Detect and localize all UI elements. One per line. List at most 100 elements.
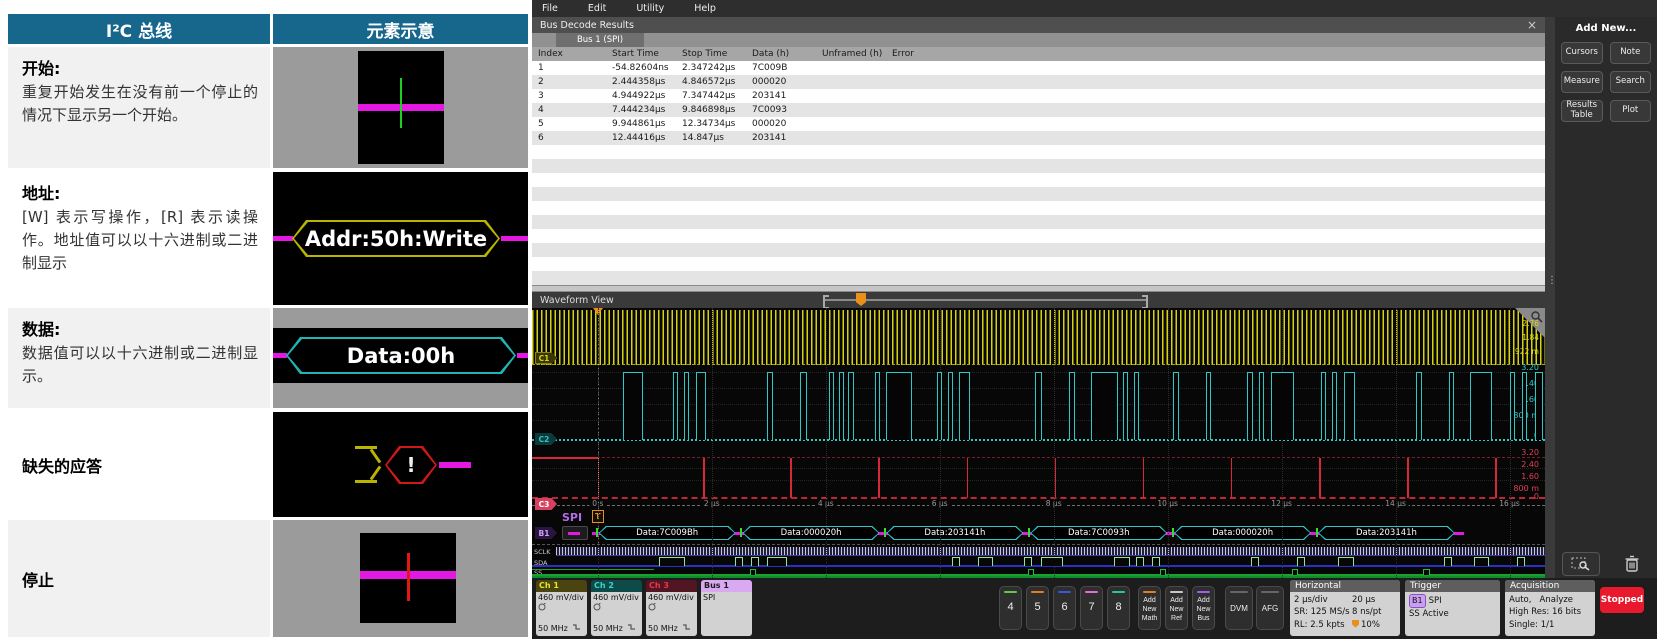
bus-frame[interactable]: Data:000020h	[743, 526, 880, 540]
c2-pulse	[1091, 372, 1117, 440]
doc-row-stop-text: 停止	[8, 520, 270, 637]
close-icon[interactable]: ×	[1527, 17, 1537, 33]
zoom-select-button[interactable]	[1562, 552, 1600, 576]
add-button-label: Add New Bus	[1193, 597, 1214, 623]
waveform-plot[interactable]: 0 s2 μs4 μs6 μs8 μs10 μs12 μs14 μs16 μs …	[532, 308, 1545, 578]
channel3-settings-box[interactable]: Ch 3 460 mV/div 50 MHz	[646, 580, 697, 636]
ack-error-label: !	[406, 453, 415, 477]
sidebar-buttons: Cursors Note Measure Search Results Table Plo…	[1555, 42, 1657, 122]
bus-frame[interactable]: Data:7C0093h	[1030, 526, 1167, 540]
dvm-button[interactable]: DVM	[1225, 586, 1253, 630]
tab-bus1-spi[interactable]: Bus 1 (SPI)	[556, 33, 644, 47]
channel-7-button[interactable]: 7	[1080, 586, 1103, 630]
sidebar-button-measure[interactable]: Measure	[1561, 71, 1603, 93]
doc-row-stop-title: 停止	[22, 567, 258, 591]
ack-yellow-bottom	[355, 480, 377, 483]
channel-5-button[interactable]: 5	[1026, 586, 1049, 630]
address-bus-line-left	[273, 236, 293, 241]
table-cell: 14.847μs	[676, 131, 746, 145]
table-cell	[532, 215, 606, 229]
sidebar-button-plot[interactable]: Plot	[1610, 100, 1652, 122]
channel2-settings-box[interactable]: Ch 2 460 mV/div 50 MHz	[591, 580, 642, 636]
table-row[interactable]	[532, 229, 1545, 243]
add-new-bus-button[interactable]: Add New Bus	[1192, 586, 1215, 630]
bus-frame[interactable]: Data:203141h	[887, 526, 1024, 540]
horizontal-panel[interactable]: Horizontal 2 μs/div SR: 125 MS/s RL: 2.5…	[1290, 580, 1400, 636]
table-row[interactable]	[532, 257, 1545, 271]
horizontal-splitter[interactable]	[532, 285, 1545, 292]
channel-8-button[interactable]: 8	[1107, 586, 1130, 630]
table-row[interactable]: 34.944922μs7.347442μs203141	[532, 89, 1545, 103]
channel-4-button[interactable]: 4	[999, 586, 1022, 630]
channel3-settings: 460 mV/div 50 MHz	[646, 592, 697, 636]
color-stripe	[1197, 591, 1210, 593]
channel2-badge[interactable]: C2	[535, 433, 557, 445]
menu-item-edit[interactable]: Edit	[588, 3, 606, 14]
sidebar-button-search[interactable]: Search	[1610, 71, 1652, 93]
c2-pulse	[684, 372, 689, 440]
table-row[interactable]	[532, 159, 1545, 173]
menu-item-file[interactable]: File	[542, 3, 558, 14]
table-row[interactable]	[532, 201, 1545, 215]
acquisition-mode: Auto, Analyze	[1509, 594, 1591, 606]
results-tab-row: Bus 1 (SPI)	[532, 33, 1545, 47]
sclk-label: SCLK	[534, 548, 551, 556]
trigger-panel[interactable]: Trigger B1SPI SS Active	[1405, 580, 1500, 636]
table-row[interactable]	[532, 215, 1545, 229]
table-row[interactable]: 612.44416μs14.847μs203141	[532, 131, 1545, 145]
channel3-badge[interactable]: C3	[535, 498, 557, 510]
trigger-status: SS Active	[1409, 608, 1496, 620]
c2-pulse	[1449, 372, 1454, 440]
panel-divider[interactable]: ⋮	[1545, 17, 1555, 578]
oscilloscope-app: FileEditUtilityHelp Bus Decode Results ×…	[532, 0, 1657, 639]
trash-button[interactable]	[1613, 552, 1651, 576]
bus1-badge[interactable]: B1	[535, 527, 557, 539]
afg-button[interactable]: AFG	[1256, 586, 1284, 630]
sidebar-button-results-table[interactable]: Results Table	[1561, 100, 1603, 122]
table-cell	[532, 257, 606, 271]
table-row[interactable]	[532, 187, 1545, 201]
bus-frame[interactable]: Data:203141h	[1318, 526, 1455, 540]
table-row[interactable]: 22.444358μs4.846572μs000020	[532, 75, 1545, 89]
position-percent: 10%	[1361, 620, 1380, 630]
bus-frame[interactable]: Data:000020h	[1174, 526, 1311, 540]
channel-6-button[interactable]: 6	[1053, 586, 1076, 630]
bus-frame-body: Data:203141h	[1319, 527, 1454, 539]
table-cell: 4	[532, 103, 606, 117]
table-row[interactable]: 47.444234μs9.846898μs7C0093	[532, 103, 1545, 117]
table-row[interactable]	[532, 243, 1545, 257]
add-new-ref-button[interactable]: Add New Ref	[1165, 586, 1188, 630]
menu-item-help[interactable]: Help	[694, 3, 716, 14]
table-row[interactable]	[532, 145, 1545, 159]
acquisition-panel[interactable]: Acquisition Auto, Analyze High Res: 16 b…	[1505, 580, 1595, 636]
address-frame-body: Addr:50h:Write	[294, 222, 498, 255]
sidebar-button-cursors[interactable]: Cursors	[1561, 42, 1603, 64]
sda-pulse	[1338, 557, 1353, 566]
channel1-settings-box[interactable]: Ch 1 460 mV/div 50 MHz	[536, 580, 587, 636]
acquisition-title: Acquisition	[1505, 580, 1595, 592]
bus1-settings-box[interactable]: Bus 1 SPI	[701, 580, 752, 636]
scale-label: 1.84	[1522, 334, 1539, 342]
table-row[interactable]	[532, 271, 1545, 285]
slider-marker-icon[interactable]	[856, 293, 866, 306]
table-row[interactable]	[532, 173, 1545, 187]
table-row[interactable]: 1-54.82604ns2.347242μs7C009B	[532, 61, 1545, 75]
table-cell	[816, 201, 886, 215]
color-stripe	[1143, 591, 1156, 593]
sda-pulse	[1152, 557, 1160, 566]
color-stripe	[1261, 591, 1279, 593]
add-new-sidebar: Add New... CursorsNoteMeasureSearchResul…	[1555, 17, 1657, 578]
data-illustration-strip: Data:00h	[273, 328, 528, 383]
doc-row-start-text: 开始: 重复开始发生在没有前一个停止的情况下显示另一个开始。	[8, 47, 270, 168]
sidebar-button-note[interactable]: Note	[1610, 42, 1652, 64]
stopped-button[interactable]: Stopped	[1600, 587, 1644, 613]
add-new-math-button[interactable]: Add New Math	[1138, 586, 1161, 630]
menu-item-utility[interactable]: Utility	[636, 3, 664, 14]
sda-pulse	[978, 557, 993, 566]
bus-frame-label: Data:203141h	[1356, 528, 1417, 538]
table-row[interactable]: 59.944861μs12.34734μs000020	[532, 117, 1545, 131]
pan-zoom-slider[interactable]	[823, 299, 1148, 301]
table-cell	[886, 215, 1545, 229]
bus-frame[interactable]: Data:7C009Bh	[599, 526, 736, 540]
bus-spi-label: SPI	[562, 511, 582, 524]
